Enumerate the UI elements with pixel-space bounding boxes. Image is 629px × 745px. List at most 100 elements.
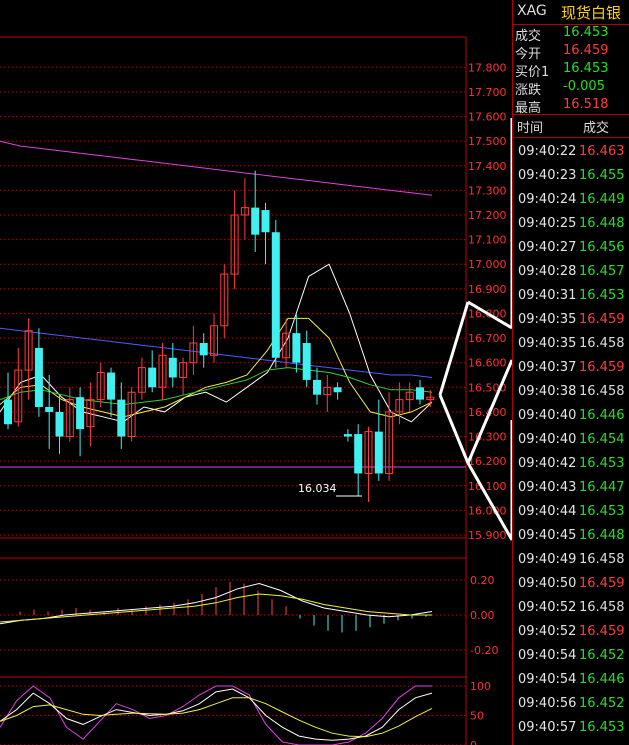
tick-time: 09:40:35 bbox=[518, 336, 577, 351]
y-tick-label: 17.300 bbox=[468, 184, 507, 197]
moving-average-line bbox=[0, 140, 433, 196]
tick-row: 09:40:38 16.458 bbox=[513, 380, 629, 404]
tick-time: 09:40:54 bbox=[518, 648, 577, 663]
tick-price: 16.453 bbox=[579, 504, 625, 519]
symbol-label: XAG bbox=[517, 3, 547, 19]
tick-time: 09:40:43 bbox=[518, 480, 577, 495]
tick-row: 09:40:56 16.452 bbox=[513, 692, 629, 716]
tick-price: 16.448 bbox=[579, 528, 625, 543]
tick-row: 09:40:37 16.459 bbox=[513, 356, 629, 380]
tick-time: 09:40:31 bbox=[518, 288, 577, 303]
tick-row: 09:40:35 16.459 bbox=[513, 308, 629, 332]
tick-price: 16.453 bbox=[579, 456, 625, 471]
tick-price: 16.449 bbox=[579, 192, 625, 207]
low-annotation: 16.034 bbox=[298, 482, 337, 495]
quote-value: 16.459 bbox=[563, 43, 609, 58]
tick-price: 16.458 bbox=[579, 384, 625, 399]
kline-chart-area[interactable]: 17.800 17.700 17.600 17.500 17.400 17.300 17.2… bbox=[0, 0, 512, 745]
y-tick-label: 17.500 bbox=[468, 135, 507, 148]
kdj-k-line bbox=[0, 688, 433, 741]
y-tick-label: 16.600 bbox=[468, 357, 507, 370]
tick-time: 09:40:42 bbox=[518, 456, 577, 471]
tick-row: 09:40:44 16.453 bbox=[513, 500, 629, 524]
drawn-arrow-line bbox=[438, 394, 470, 464]
tick-row: 09:40:52 16.458 bbox=[513, 596, 629, 620]
y-tick-label: 16.300 bbox=[468, 431, 507, 444]
tick-time: 09:40:57 bbox=[518, 720, 577, 735]
y-tick-label: 17.200 bbox=[468, 209, 507, 222]
quote-row-change: 涨跌 -0.005 bbox=[513, 78, 629, 98]
tick-row: 09:40:25 16.448 bbox=[513, 212, 629, 236]
candle-body bbox=[55, 411, 64, 437]
candle-body bbox=[343, 434, 352, 437]
candle-body bbox=[107, 372, 115, 400]
tick-row: 09:40:54 16.452 bbox=[513, 644, 629, 668]
tick-price: 16.446 bbox=[579, 672, 625, 687]
moving-average-line bbox=[0, 263, 433, 423]
tick-price: 16.459 bbox=[579, 576, 625, 591]
tick-row: 09:40:52 16.459 bbox=[513, 620, 629, 644]
candle-body bbox=[416, 387, 424, 400]
tick-row: 09:40:45 16.448 bbox=[513, 524, 629, 548]
y-tick-label: 17.700 bbox=[468, 86, 507, 99]
tick-time: 09:40:40 bbox=[518, 432, 577, 447]
moving-average-line bbox=[0, 327, 433, 378]
tick-time: 09:40:45 bbox=[518, 528, 577, 543]
y-tick-label: 0.20 bbox=[470, 574, 495, 587]
y-tick-label: 0 bbox=[470, 739, 477, 745]
tick-price: 16.459 bbox=[579, 312, 625, 327]
candle-body bbox=[168, 357, 177, 378]
candle-body bbox=[292, 333, 301, 363]
ticks-header-price: 成交 bbox=[583, 121, 610, 136]
tick-row: 09:40:27 16.456 bbox=[513, 236, 629, 260]
tick-time: 09:40:22 bbox=[518, 144, 577, 159]
tick-price: 16.447 bbox=[579, 480, 625, 495]
tick-row: 09:40:42 16.453 bbox=[513, 452, 629, 476]
quote-row-bid: 买价1 16.453 bbox=[513, 60, 629, 80]
candle-body bbox=[333, 387, 342, 393]
tick-row: 09:40:40 16.446 bbox=[513, 404, 629, 428]
tick-price: 16.453 bbox=[579, 288, 625, 303]
tick-time: 09:40:27 bbox=[518, 240, 577, 255]
candle-body bbox=[4, 399, 12, 425]
tick-row: 09:40:49 16.458 bbox=[513, 548, 629, 572]
y-tick-label: 17.000 bbox=[468, 258, 507, 271]
candle-body bbox=[76, 397, 85, 430]
tick-price: 16.457 bbox=[579, 264, 625, 279]
tick-price: 16.452 bbox=[579, 648, 625, 663]
candle-body bbox=[354, 434, 363, 474]
tick-time: 09:40:56 bbox=[518, 696, 577, 711]
quote-header: XAG 现货白银 bbox=[513, 0, 629, 25]
y-tick-label: 17.800 bbox=[468, 61, 507, 74]
tick-price: 16.454 bbox=[579, 432, 625, 447]
y-tick-label: 50 bbox=[470, 710, 484, 723]
instrument-name: 现货白银 bbox=[561, 4, 622, 22]
quote-value: 16.453 bbox=[563, 61, 609, 76]
tick-price: 16.446 bbox=[579, 408, 625, 423]
tick-price: 16.452 bbox=[579, 696, 625, 711]
moving-average-line bbox=[0, 317, 433, 418]
candle-body bbox=[199, 343, 208, 356]
quote-value: -0.005 bbox=[563, 79, 605, 94]
tick-time: 09:40:40 bbox=[518, 408, 577, 423]
tick-time: 09:40:44 bbox=[518, 504, 577, 519]
candle-body bbox=[148, 367, 157, 388]
tick-time: 09:40:23 bbox=[518, 168, 577, 183]
candle-body bbox=[45, 407, 54, 412]
tick-row: 09:40:43 16.447 bbox=[513, 476, 629, 500]
tick-row: 09:40:35 16.458 bbox=[513, 332, 629, 356]
tick-row: 09:40:31 16.453 bbox=[513, 284, 629, 308]
tick-row: 09:40:54 16.446 bbox=[513, 668, 629, 692]
tick-time: 09:40:28 bbox=[518, 264, 577, 279]
candle-body bbox=[313, 379, 321, 395]
y-tick-label: -0.20 bbox=[470, 644, 498, 657]
y-tick-label: 100 bbox=[470, 680, 491, 693]
y-tick-label: 16.100 bbox=[468, 480, 507, 493]
tick-time: 09:40:25 bbox=[518, 216, 577, 231]
candle-body bbox=[261, 210, 270, 233]
tick-price: 16.459 bbox=[579, 360, 625, 375]
tick-row: 09:40:28 16.457 bbox=[513, 260, 629, 284]
tick-row: 09:40:40 16.454 bbox=[513, 428, 629, 452]
divider bbox=[513, 137, 629, 138]
tick-price: 16.463 bbox=[579, 144, 625, 159]
